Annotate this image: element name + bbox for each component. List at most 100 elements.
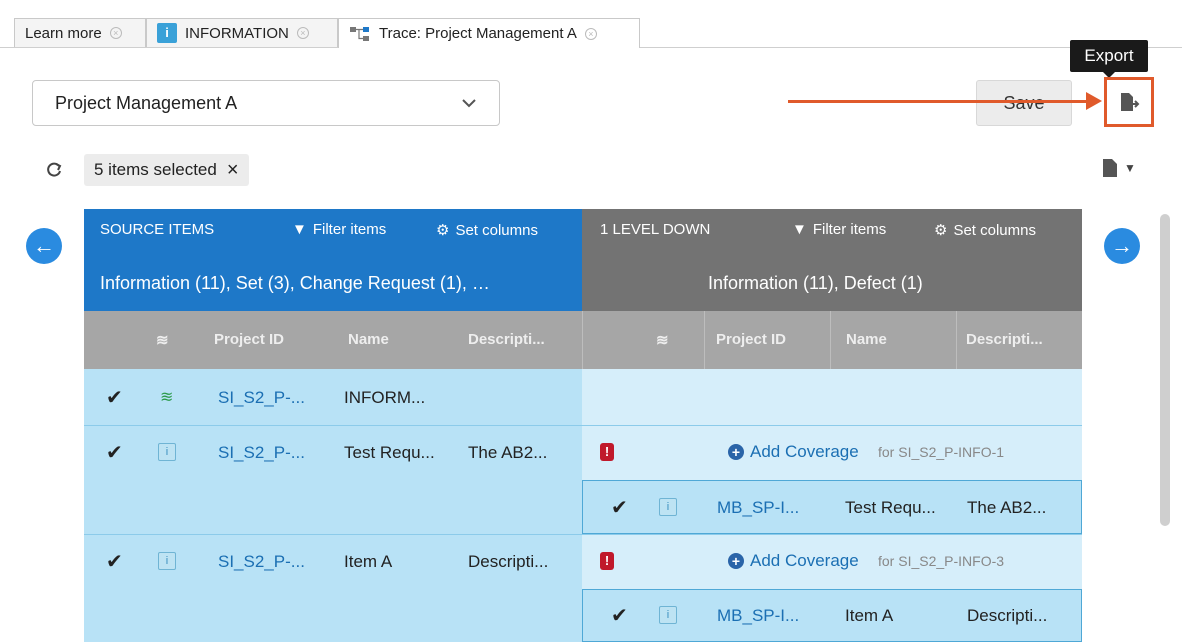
add-icon[interactable]: + [728,553,744,569]
trace-icon [350,26,369,41]
item-description: The AB2... [967,498,1047,517]
column-description[interactable]: Descripti... [468,331,545,348]
tab-label: Learn more [25,24,102,42]
filter-label: Filter items [812,221,887,238]
target-column-headers: ≋ Project ID Name Descripti... [582,311,1082,369]
close-icon[interactable]: × [296,27,309,39]
add-coverage-link[interactable]: Add Coverage [750,551,859,571]
tab-learn-more[interactable]: Learn more × [14,18,146,47]
column-divider [582,311,583,369]
annotation-arrow-head [1086,92,1102,110]
checkbox-checked-icon[interactable]: ✔ [106,385,123,410]
information-icon: i [158,443,176,461]
tab-label: Trace: Project Management A [379,25,577,42]
caret-down-icon: ▼ [1124,161,1136,175]
project-id-link[interactable]: SI_S2_P-... [218,443,305,463]
item-name: Item A [344,552,393,571]
coverage-target: for SI_S2_P-INFO-3 [878,553,1005,569]
close-icon[interactable]: × [584,27,597,40]
export-tooltip: Export [1070,40,1148,78]
column-divider [956,311,957,369]
coverage-target: for SI_S2_P-INFO-1 [878,444,1005,460]
warning-icon: ! [600,443,614,461]
refresh-icon[interactable] [44,160,64,180]
project-id-link[interactable]: SI_S2_P-... [218,552,305,572]
column-name[interactable]: Name [846,331,887,348]
export-button[interactable] [1104,77,1154,127]
clear-selection-button[interactable]: × [227,159,239,182]
table-row[interactable]: ✔ i SI_S2_P-... Item A Descripti... [84,535,582,642]
add-icon[interactable]: + [728,444,744,460]
vertical-scrollbar[interactable] [1160,214,1170,526]
filter-label: Filter items [312,221,387,238]
checkbox-checked-icon[interactable]: ✔ [611,495,628,520]
table-row[interactable]: ✔ ≋ SI_S2_P-... INFORM... [84,369,582,425]
save-label: Save [1003,93,1044,114]
source-column-headers: ≋ Project ID Name Descripti... [84,311,582,369]
save-button[interactable]: Save [976,80,1072,126]
column-divider [704,311,705,369]
close-icon[interactable]: × [109,27,122,39]
item-description: The AB2... [468,443,548,462]
selection-chip: 5 items selected × [84,154,249,186]
gear-icon: ⚙ [934,222,948,239]
column-name[interactable]: Name [348,331,389,348]
layers-icon: ≋ [656,332,669,349]
information-icon: i [158,552,176,570]
table-row[interactable]: ✔ i MB_SP-I... Item A Descripti... [582,589,1082,642]
coverage-row: ! + Add Coverage for SI_S2_P-INFO-1 [582,426,1082,478]
column-project-id[interactable]: Project ID [214,331,284,348]
item-description: Descripti... [468,552,549,571]
chevron-down-icon [462,99,476,108]
filter-icon: ▼ [792,221,807,238]
project-id-link[interactable]: MB_SP-I... [717,498,799,518]
target-subtitle: Information (11), Defect (1) [708,273,923,293]
columns-label: Set columns [953,221,1036,239]
annotation-arrow [788,100,1088,103]
source-columns-button[interactable]: ⚙ Set columns [436,221,538,240]
tab-trace[interactable]: Trace: Project Management A × [338,18,640,48]
column-description[interactable]: Descripti... [966,331,1043,348]
column-project-id[interactable]: Project ID [716,331,786,348]
column-divider [830,311,831,369]
checkbox-checked-icon[interactable]: ✔ [106,549,123,574]
item-name: Test Requ... [845,498,936,517]
filter-icon: ▼ [292,221,307,238]
target-panel-header: 1 LEVEL DOWN ▼ Filter items ⚙ Set column… [582,209,1082,311]
information-icon: i [659,606,677,624]
selection-count: 5 items selected [94,160,217,179]
target-columns-button[interactable]: ⚙ Set columns [934,221,1036,240]
source-subtitle: Information (11), Set (3), Change Reques… [100,273,490,293]
file-icon [1103,159,1117,177]
file-menu-button[interactable]: ▼ [1102,158,1136,178]
coverage-row: ! + Add Coverage for SI_S2_P-INFO-3 [582,535,1082,587]
target-title: 1 LEVEL DOWN [600,221,711,238]
item-name: INFORM... [344,388,426,407]
table-row[interactable]: ✔ i MB_SP-I... Test Requ... The AB2... [582,480,1082,534]
project-id-link[interactable]: MB_SP-I... [717,606,799,626]
tab-information[interactable]: i INFORMATION × [146,18,338,47]
item-description: Descripti... [967,606,1048,625]
project-select[interactable]: Project Management A [32,80,500,126]
project-id-link[interactable]: SI_S2_P-... [218,388,305,408]
warning-icon: ! [600,552,614,570]
checkbox-checked-icon[interactable]: ✔ [106,440,123,465]
table-row[interactable]: ✔ i SI_S2_P-... Test Requ... The AB2... [84,426,582,534]
source-title: SOURCE ITEMS [100,221,215,238]
item-name: Test Requ... [344,443,435,462]
gear-icon: ⚙ [436,222,450,239]
checkbox-checked-icon[interactable]: ✔ [611,603,628,628]
add-coverage-link[interactable]: Add Coverage [750,442,859,462]
set-icon: ≋ [160,389,174,406]
information-icon: i [157,23,177,43]
next-arrow-button[interactable]: → [1104,228,1140,264]
export-icon [1121,93,1140,111]
layers-icon: ≋ [156,332,169,349]
target-filter-button[interactable]: ▼ Filter items [792,221,886,238]
source-panel-header: SOURCE ITEMS ▼ Filter items ⚙ Set column… [84,209,582,311]
information-icon: i [659,498,677,516]
source-filter-button[interactable]: ▼ Filter items [292,221,386,238]
project-select-value: Project Management A [55,92,238,113]
item-name: Item A [845,606,894,625]
previous-arrow-button[interactable]: ← [26,228,62,264]
